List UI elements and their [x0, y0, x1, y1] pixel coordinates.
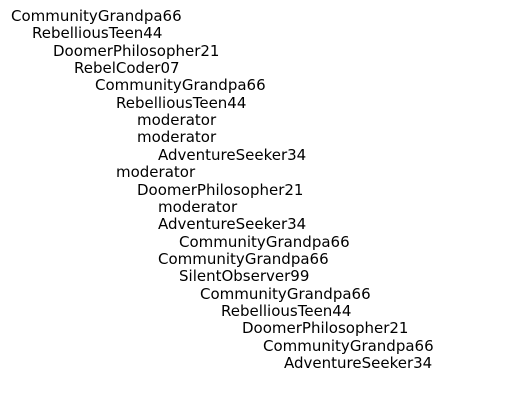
- thread-username[interactable]: CommunityGrandpa66: [11, 7, 182, 25]
- thread-username[interactable]: AdventureSeeker34: [158, 215, 306, 233]
- thread-username[interactable]: RebelCoder07: [74, 59, 180, 77]
- thread-username[interactable]: moderator: [137, 129, 216, 147]
- thread-username[interactable]: SilentObserver99: [179, 267, 309, 285]
- thread-username[interactable]: moderator: [137, 111, 216, 129]
- thread-username[interactable]: AdventureSeeker34: [284, 354, 432, 372]
- thread-username[interactable]: moderator: [158, 198, 237, 216]
- thread-username[interactable]: DoomerPhilosopher21: [242, 319, 408, 337]
- thread-username[interactable]: RebelliousTeen44: [221, 302, 351, 320]
- thread-username[interactable]: moderator: [116, 163, 195, 181]
- thread-username[interactable]: CommunityGrandpa66: [158, 250, 329, 268]
- thread-username[interactable]: RebelliousTeen44: [32, 24, 162, 42]
- thread-username[interactable]: AdventureSeeker34: [158, 146, 306, 164]
- comment-thread: CommunityGrandpa66 RebelliousTeen44 Doomer…: [0, 0, 515, 400]
- thread-username[interactable]: DoomerPhilosopher21: [53, 42, 219, 60]
- thread-username[interactable]: DoomerPhilosopher21: [137, 181, 303, 199]
- thread-username[interactable]: RebelliousTeen44: [116, 94, 246, 112]
- thread-username[interactable]: CommunityGrandpa66: [263, 337, 434, 355]
- thread-username[interactable]: CommunityGrandpa66: [95, 77, 266, 95]
- thread-username[interactable]: CommunityGrandpa66: [179, 233, 350, 251]
- thread-username[interactable]: CommunityGrandpa66: [200, 285, 371, 303]
